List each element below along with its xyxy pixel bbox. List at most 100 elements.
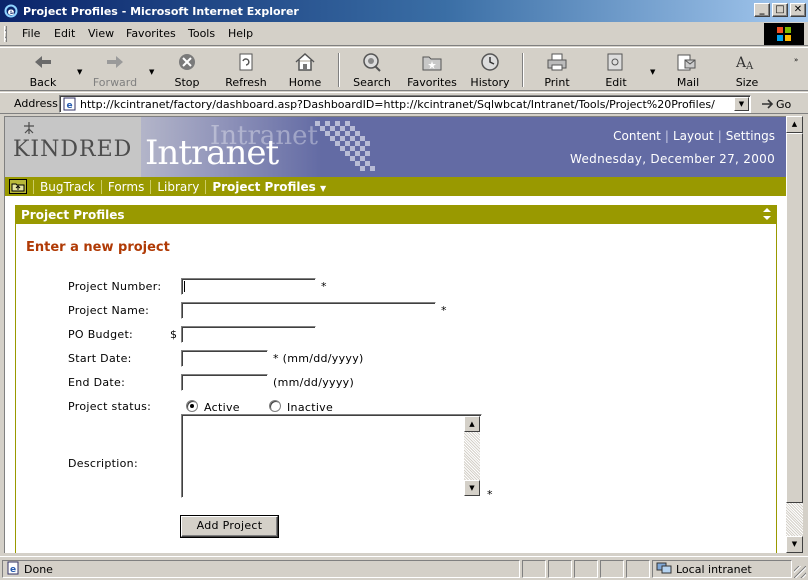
intranet-header: KINDRED Intranet Intranet Content | Layout… [5, 117, 786, 177]
add-project-button[interactable]: Add Project [181, 516, 278, 537]
nav-project-profiles[interactable]: Project Profiles ▼ [205, 179, 332, 194]
project-name-label: Project Name: [68, 304, 150, 317]
title-bar: e Project Profiles - Microsoft Internet … [0, 0, 808, 22]
back-button[interactable]: Back [18, 51, 68, 89]
form-heading: Enter a new project [26, 240, 170, 255]
scroll-down-arrow-icon[interactable]: ▼ [464, 480, 480, 496]
minimize-button[interactable]: _ [754, 3, 770, 17]
stop-button[interactable]: Stop [162, 51, 212, 89]
search-button[interactable]: Search [347, 51, 397, 89]
status-active-label[interactable]: Active [204, 401, 240, 414]
description-label: Description: [68, 457, 138, 470]
project-profiles-portlet: Project Profiles Enter a new project Pro… [15, 205, 777, 553]
menu-view[interactable]: View [88, 27, 114, 40]
go-label: Go [776, 97, 792, 111]
mail-button[interactable]: Mail [663, 51, 713, 89]
favorites-button[interactable]: Favorites [406, 51, 458, 89]
menu-file[interactable]: File [22, 27, 40, 40]
size-button[interactable]: AA Size [722, 51, 772, 89]
favorites-label: Favorites [407, 76, 457, 89]
history-icon [465, 51, 515, 73]
toolbar-chevron-icon[interactable]: » [794, 56, 798, 64]
end-date-input[interactable] [181, 374, 268, 391]
layout-link[interactable]: Layout [673, 129, 714, 143]
resize-grip[interactable] [794, 566, 806, 578]
text-size-icon: AA [722, 51, 772, 73]
favorites-folder-icon [406, 51, 458, 73]
menu-tools[interactable]: Tools [188, 27, 215, 40]
updown-arrows-icon[interactable] [763, 208, 771, 223]
page-scrollbar[interactable]: ▲ ▼ [786, 116, 803, 553]
status-pane-empty-3 [574, 560, 598, 578]
up-folder-icon[interactable] [9, 179, 27, 194]
history-button[interactable]: History [465, 51, 515, 89]
content-link[interactable]: Content [613, 129, 661, 143]
print-button[interactable]: Print [532, 51, 582, 89]
start-date-input[interactable] [181, 350, 268, 367]
page-scroll-down-arrow-icon[interactable]: ▼ [786, 536, 803, 553]
done-page-icon: e [6, 561, 20, 578]
svg-text:e: e [8, 7, 15, 18]
settings-link[interactable]: Settings [726, 129, 775, 143]
header-date: Wednesday, December 27, 2000 [570, 152, 775, 166]
menubar-grip [4, 26, 7, 42]
nav-dropdown-icon: ▼ [319, 183, 327, 193]
nav-forms[interactable]: Forms [100, 179, 150, 194]
nav-bugtrack[interactable]: BugTrack [33, 179, 101, 194]
close-button[interactable]: ✕ [790, 3, 806, 17]
back-label: Back [29, 76, 57, 89]
status-text: Done [24, 562, 53, 576]
address-url: http://kcintranet/factory/dashboard.asp?… [80, 97, 715, 111]
refresh-label: Refresh [225, 76, 267, 89]
forward-arrow-icon [90, 51, 140, 73]
go-arrow-icon [762, 99, 774, 109]
home-button[interactable]: Home [280, 51, 330, 89]
currency-prefix: $ [170, 328, 178, 341]
status-inactive-radio[interactable] [269, 400, 281, 412]
description-textarea[interactable]: ▲ ▼ [181, 414, 482, 498]
project-name-input[interactable] [181, 302, 436, 319]
nav-bar: BugTrack Forms Library Project Profiles … [5, 177, 786, 196]
status-inactive-label[interactable]: Inactive [287, 401, 333, 414]
edit-button[interactable]: Edit [591, 51, 641, 89]
address-dropdown-arrow-icon[interactable]: ▼ [734, 97, 749, 111]
history-label: History [470, 76, 510, 89]
local-intranet-icon [656, 561, 672, 578]
scroll-up-arrow-icon[interactable]: ▲ [464, 416, 480, 432]
po-budget-input[interactable] [181, 326, 316, 343]
forward-dropdown-arrow-icon[interactable]: ▼ [149, 68, 154, 76]
maximize-button[interactable]: □ [772, 3, 788, 17]
project-name-required: * [441, 304, 447, 317]
menu-favorites[interactable]: Favorites [126, 27, 176, 40]
stop-label: Stop [174, 76, 200, 89]
size-label: Size [735, 76, 759, 89]
page-scroll-thumb[interactable] [786, 133, 803, 503]
toolbar-separator [338, 53, 340, 87]
mail-label: Mail [676, 76, 700, 89]
standard-toolbar: Back ▼ Forward ▼ Stop Refresh Home Searc… [0, 47, 808, 91]
description-scrollbar[interactable]: ▲ ▼ [464, 416, 480, 496]
po-budget-label: PO Budget: [68, 328, 134, 341]
status-pane: e Done [2, 560, 520, 578]
refresh-button[interactable]: Refresh [221, 51, 271, 89]
edit-dropdown-arrow-icon[interactable]: ▼ [650, 68, 655, 76]
page-scroll-up-arrow-icon[interactable]: ▲ [786, 116, 803, 133]
windows-logo-icon [764, 23, 804, 45]
portlet-title: Project Profiles [21, 208, 125, 222]
back-dropdown-arrow-icon[interactable]: ▼ [77, 68, 82, 76]
project-number-input[interactable] [181, 278, 316, 295]
page-viewport: KINDRED Intranet Intranet Content | Layout… [4, 116, 786, 553]
forward-button[interactable]: Forward [90, 51, 140, 89]
search-label: Search [353, 76, 391, 89]
go-button[interactable]: Go [760, 97, 791, 111]
menu-help[interactable]: Help [228, 27, 253, 40]
company-logo[interactable]: KINDRED [13, 137, 132, 162]
page-icon: e [62, 97, 78, 111]
print-label: Print [544, 76, 570, 89]
menu-edit[interactable]: Edit [54, 27, 75, 40]
zone-text: Local intranet [676, 562, 752, 576]
stop-icon [162, 51, 212, 73]
nav-library[interactable]: Library [150, 179, 205, 194]
status-active-radio[interactable] [186, 400, 198, 412]
address-input[interactable]: e http://kcintranet/factory/dashboard.as… [59, 95, 751, 113]
